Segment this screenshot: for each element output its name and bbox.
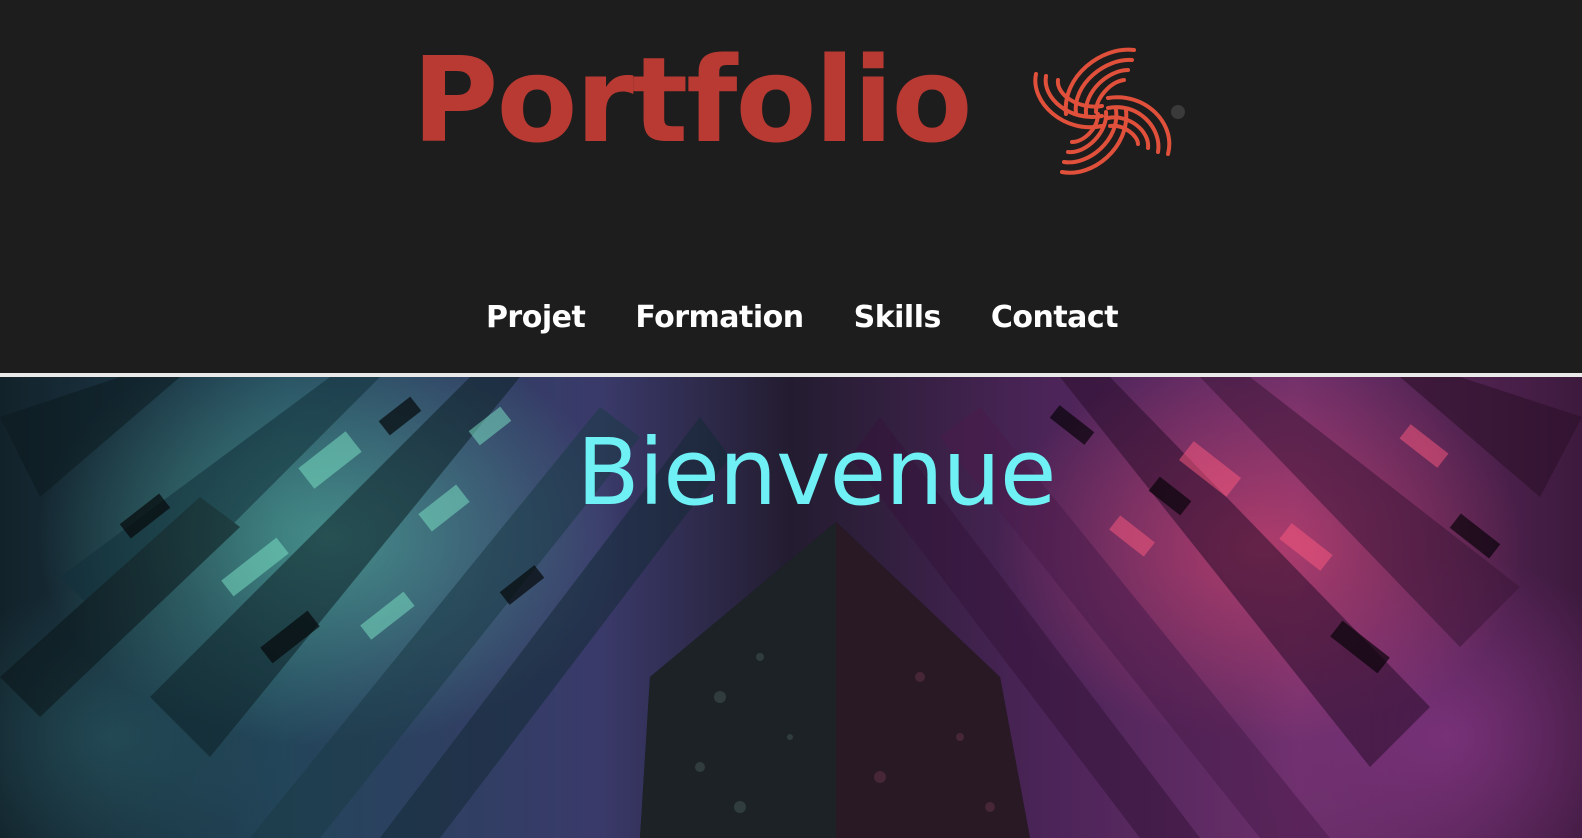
main-nav: Projet Formation Skills Contact	[0, 296, 1582, 340]
nav-item-skills[interactable]: Skills	[854, 296, 942, 340]
portfolio-page: Portfolio Projet Formation Skills Contac…	[0, 0, 1582, 838]
hero-title: Bienvenue	[576, 419, 1057, 526]
site-header: Portfolio Projet Formation Skills Contac…	[0, 0, 1582, 376]
nav-item-formation[interactable]: Formation	[635, 296, 804, 340]
brand-title: Portfolio	[412, 31, 973, 169]
nav-item-contact[interactable]: Contact	[991, 296, 1119, 340]
nav-item-projet[interactable]: Projet	[486, 296, 586, 340]
swirl-logo-icon[interactable]	[1022, 36, 1192, 188]
hero-section: Bienvenue	[0, 377, 1582, 838]
